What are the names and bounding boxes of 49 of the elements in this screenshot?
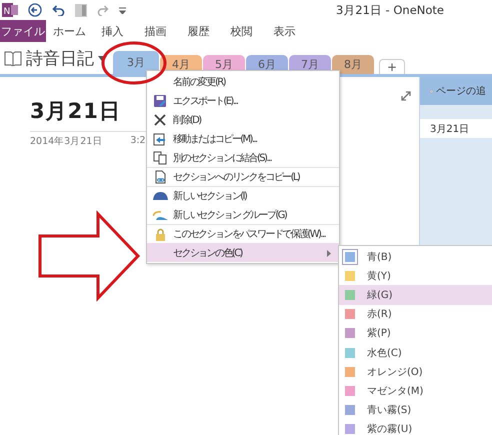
- back-icon[interactable]: [28, 3, 42, 17]
- document-link-icon: [154, 170, 166, 184]
- color-menu-item[interactable]: 青(B): [339, 247, 492, 266]
- page-date: 2014年3月21日: [30, 135, 102, 148]
- ribbon-tab[interactable]: 校閲: [220, 20, 263, 42]
- context-menu-item[interactable]: 別のセクションに結合(S)...: [147, 148, 339, 167]
- ribbon-tab[interactable]: ホーム: [48, 20, 91, 42]
- window-title: 3月21日 - OneNote: [336, 2, 444, 18]
- section-tab[interactable]: 3月: [113, 51, 159, 74]
- color-menu-item[interactable]: 緑(G): [339, 285, 492, 305]
- document-move-icon: [153, 132, 167, 146]
- section-group-icon: [152, 210, 168, 220]
- document-merge-icon: [153, 151, 167, 165]
- color-menu-item[interactable]: 青い霧(S): [339, 400, 492, 420]
- undo-icon[interactable]: [52, 4, 65, 16]
- context-menu-item[interactable]: 移動またはコピー(M)...: [147, 129, 339, 148]
- color-menu-item[interactable]: オレンジ(O): [339, 362, 492, 382]
- customize-toolbar-icon[interactable]: [119, 6, 126, 14]
- close-icon: [154, 114, 166, 126]
- context-menu-item[interactable]: 名前の変更(R): [147, 72, 339, 91]
- page-list-item[interactable]: 3月21日: [420, 119, 492, 138]
- color-menu-item[interactable]: 赤(R): [339, 304, 492, 324]
- add-page-button[interactable]: ページの追: [420, 77, 492, 105]
- context-menu-item[interactable]: セクションの色(C): [147, 243, 339, 262]
- ribbon-tab[interactable]: 描画: [134, 20, 177, 42]
- context-menu-item[interactable]: 新しいセクション グループ(G): [147, 205, 339, 224]
- color-menu-item[interactable]: 紫の霧(U): [339, 420, 492, 435]
- expand-icon[interactable]: [401, 91, 411, 101]
- submenu-arrow-icon: [327, 250, 331, 256]
- context-menu-item[interactable]: セクションへのリンクをコピー(L): [147, 167, 339, 186]
- ribbon-tab[interactable]: 表示: [263, 20, 306, 42]
- ribbon-tab[interactable]: 履歴: [177, 20, 220, 42]
- annotation-circle: [102, 42, 166, 84]
- lock-icon: [154, 228, 166, 240]
- color-menu-item[interactable]: 黄(Y): [339, 266, 492, 286]
- color-menu-item[interactable]: マゼンタ(M): [339, 381, 492, 400]
- caret-icon[interactable]: [98, 56, 107, 62]
- notebook-name[interactable]: 詩音日記: [26, 47, 94, 70]
- page-time: 3:2: [130, 135, 146, 148]
- color-menu-item[interactable]: 水色(C): [339, 342, 492, 362]
- section-tab[interactable]: 8月: [332, 55, 374, 74]
- section-icon: [152, 192, 168, 200]
- ribbon-tab[interactable]: 挿入: [91, 20, 134, 42]
- color-menu-item[interactable]: 紫(P): [339, 324, 492, 343]
- dock-icon[interactable]: [75, 4, 87, 16]
- add-section-tab[interactable]: +: [379, 59, 405, 74]
- context-menu-item[interactable]: 新しいセクション(I): [147, 186, 339, 205]
- notebook-icon: [4, 51, 22, 66]
- ribbon-tab[interactable]: ファイル: [0, 20, 46, 42]
